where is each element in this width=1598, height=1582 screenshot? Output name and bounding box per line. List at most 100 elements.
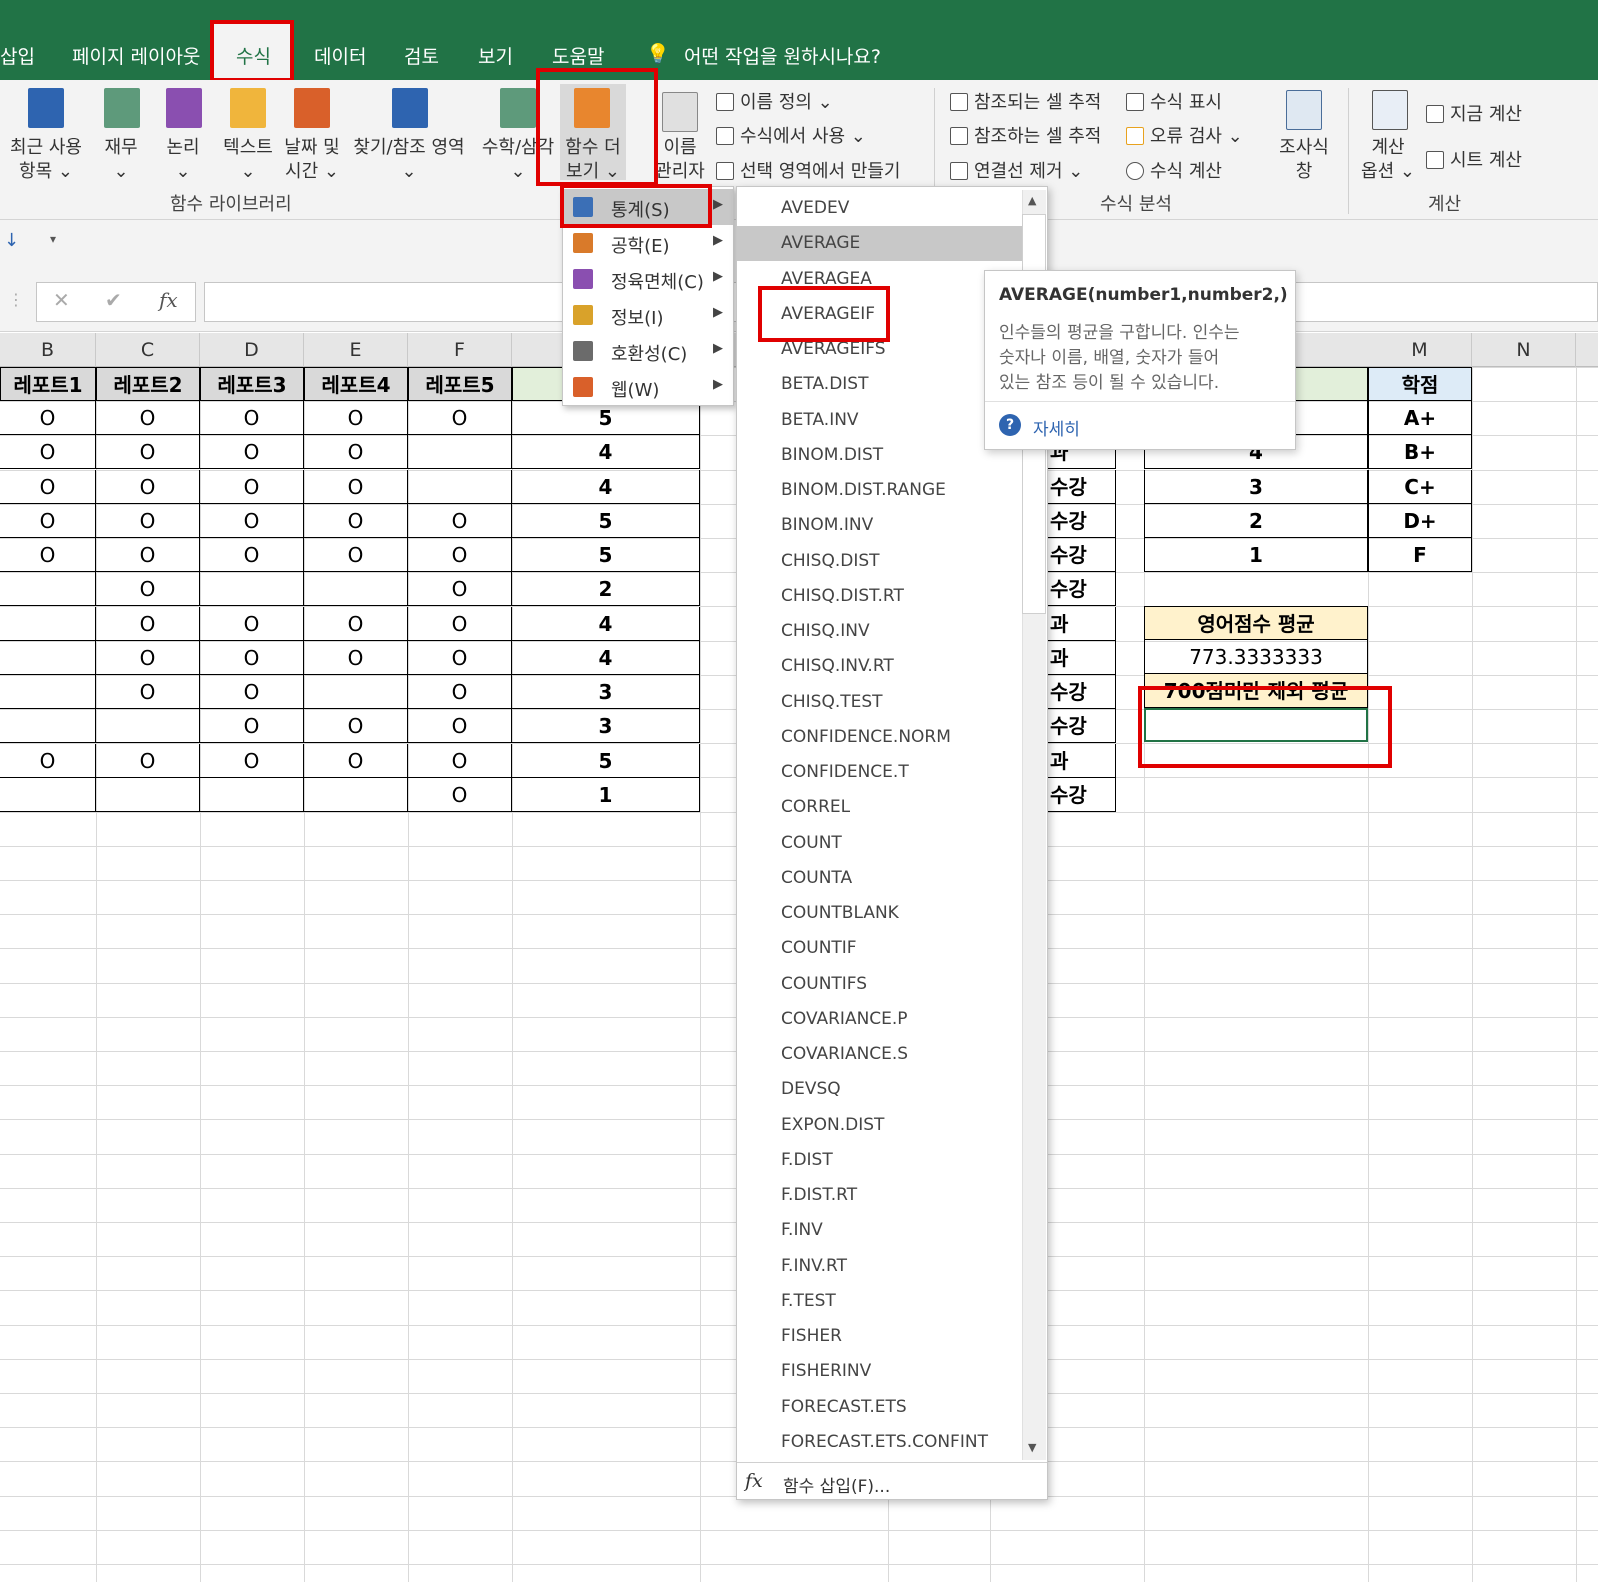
function-item-countif[interactable]: COUNTIF (737, 931, 1023, 966)
function-item-f-inv[interactable]: F.INV (737, 1213, 1023, 1248)
table-header-cell[interactable]: 레포트1 (0, 367, 96, 401)
function-item-expon-dist[interactable]: EXPON.DIST (737, 1108, 1023, 1143)
column-header-c[interactable]: C (96, 333, 200, 367)
report-check-cell[interactable] (200, 572, 304, 606)
tell-me-more-link[interactable]: 자세히 (1033, 415, 1080, 440)
report-check-cell[interactable] (408, 435, 512, 469)
pass-status-cell[interactable]: 수강 (1048, 470, 1116, 504)
report-check-cell[interactable]: O (0, 744, 96, 778)
finance-button[interactable]: 재무 ⌄ (96, 136, 146, 184)
trace-precedents-button[interactable]: 참조되는 셀 추적 (950, 88, 1101, 114)
report-check-cell[interactable] (304, 572, 408, 606)
function-item-f-dist[interactable]: F.DIST (737, 1143, 1023, 1178)
column-header-f[interactable]: F (408, 333, 512, 367)
trace-dependents-button[interactable]: 참조하는 셀 추적 (950, 122, 1101, 148)
report-check-cell[interactable]: O (408, 572, 512, 606)
report-check-cell[interactable] (200, 778, 304, 812)
lookup-button[interactable]: 찾기/참조 영역 ⌄ (348, 136, 470, 184)
function-item-covariance-p[interactable]: COVARIANCE.P (737, 1002, 1023, 1037)
function-item-chisq-inv[interactable]: CHISQ.INV (737, 614, 1023, 649)
report-check-cell[interactable]: O (200, 607, 304, 641)
function-item-chisq-dist-rt[interactable]: CHISQ.DIST.RT (737, 579, 1023, 614)
use-in-formula-button[interactable]: 수식에서 사용 ⌄ (716, 122, 866, 148)
function-item-f-dist-rt[interactable]: F.DIST.RT (737, 1178, 1023, 1213)
report-check-cell[interactable]: O (96, 401, 200, 435)
pass-status-cell[interactable]: 과 (1048, 744, 1116, 778)
report-check-cell[interactable]: O (200, 538, 304, 572)
show-formulas-button[interactable]: 수식 표시 (1126, 88, 1222, 114)
category-engineering[interactable]: 공학(E) ▶ (563, 225, 733, 261)
report-check-cell[interactable]: O (408, 709, 512, 743)
tab-page-layout[interactable]: 페이지 레이아웃 (72, 42, 200, 69)
count-cell[interactable]: 2 (1144, 504, 1368, 538)
function-item-chisq-test[interactable]: CHISQ.TEST (737, 685, 1023, 720)
count-cell[interactable]: 3 (1144, 470, 1368, 504)
submission-count-cell[interactable]: 5 (512, 744, 700, 778)
define-name-button[interactable]: 이름 정의 ⌄ (716, 88, 833, 114)
function-item-f-test[interactable]: F.TEST (737, 1284, 1023, 1319)
report-check-cell[interactable]: O (0, 435, 96, 469)
category-web[interactable]: 웹(W) ▶ (563, 369, 733, 405)
function-item-forecast-ets[interactable]: FORECAST.ETS (737, 1390, 1023, 1425)
report-check-cell[interactable]: O (0, 470, 96, 504)
submission-count-cell[interactable]: 4 (512, 435, 700, 469)
enter-icon[interactable]: ✔ (105, 288, 122, 312)
function-item-covariance-s[interactable]: COVARIANCE.S (737, 1037, 1023, 1072)
report-check-cell[interactable]: O (200, 709, 304, 743)
function-item-devsq[interactable]: DEVSQ (737, 1072, 1023, 1107)
count-cell[interactable]: 1 (1144, 538, 1368, 572)
submission-count-cell[interactable]: 4 (512, 607, 700, 641)
column-header-n[interactable]: N (1472, 333, 1576, 367)
submission-count-cell[interactable]: 5 (512, 401, 700, 435)
category-compatibility[interactable]: 호환성(C) ▶ (563, 333, 733, 369)
name-manager-button[interactable]: 이름 관리자 (652, 136, 708, 184)
category-cube[interactable]: 정육면체(C) ▶ (563, 261, 733, 297)
report-check-cell[interactable]: O (96, 675, 200, 709)
report-check-cell[interactable]: O (408, 504, 512, 538)
report-check-cell[interactable]: O (0, 538, 96, 572)
report-check-cell[interactable]: O (304, 538, 408, 572)
submission-count-cell[interactable]: 1 (512, 778, 700, 812)
function-item-avedev[interactable]: AVEDEV (737, 191, 1023, 226)
report-check-cell[interactable]: O (408, 401, 512, 435)
report-check-cell[interactable]: O (96, 435, 200, 469)
table-header-cell[interactable]: 레포트5 (408, 367, 512, 401)
customize-dropdown-icon[interactable]: ▾ (50, 232, 56, 246)
text-button[interactable]: 텍스트 ⌄ (218, 136, 278, 184)
report-check-cell[interactable]: O (304, 435, 408, 469)
report-check-cell[interactable]: O (96, 538, 200, 572)
submission-count-cell[interactable]: 5 (512, 504, 700, 538)
report-check-cell[interactable]: O (200, 675, 304, 709)
function-item-chisq-inv-rt[interactable]: CHISQ.INV.RT (737, 649, 1023, 684)
function-item-binom-dist-range[interactable]: BINOM.DIST.RANGE (737, 473, 1023, 508)
report-check-cell[interactable] (0, 641, 96, 675)
report-check-cell[interactable]: O (200, 401, 304, 435)
evaluate-formula-button[interactable]: 수식 계산 (1126, 157, 1222, 183)
table-header-cell[interactable]: 레포트2 (96, 367, 200, 401)
tab-data[interactable]: 데이터 (314, 42, 366, 69)
submission-count-cell[interactable]: 3 (512, 675, 700, 709)
report-check-cell[interactable]: O (96, 641, 200, 675)
report-check-cell[interactable]: O (200, 641, 304, 675)
function-item-forecast-ets-confint[interactable]: FORECAST.ETS.CONFINT (737, 1425, 1023, 1460)
tab-view[interactable]: 보기 (478, 42, 513, 69)
function-item-countblank[interactable]: COUNTBLANK (737, 896, 1023, 931)
report-check-cell[interactable]: O (304, 641, 408, 675)
report-check-cell[interactable]: O (408, 675, 512, 709)
function-item-fisherinv[interactable]: FISHERINV (737, 1354, 1023, 1389)
calc-now-button[interactable]: 지금 계산 (1426, 100, 1522, 126)
submission-count-cell[interactable]: 4 (512, 641, 700, 675)
submission-count-cell[interactable]: 5 (512, 538, 700, 572)
grade-cell[interactable]: B+ (1368, 435, 1472, 469)
function-item-binom-inv[interactable]: BINOM.INV (737, 508, 1023, 543)
report-check-cell[interactable]: O (96, 470, 200, 504)
grade-cell[interactable]: F (1368, 538, 1472, 572)
function-item-binom-dist[interactable]: BINOM.DIST (737, 438, 1023, 473)
table-header-cell[interactable]: 레포트3 (200, 367, 304, 401)
pass-status-cell[interactable]: 수강 (1048, 778, 1116, 812)
report-check-cell[interactable]: O (200, 435, 304, 469)
scroll-down-icon[interactable]: ▼ (1028, 1441, 1036, 1454)
tab-insert[interactable]: 삽입 (0, 42, 35, 69)
tab-review[interactable]: 검토 (404, 42, 439, 69)
cancel-icon[interactable]: ✕ (53, 288, 70, 312)
